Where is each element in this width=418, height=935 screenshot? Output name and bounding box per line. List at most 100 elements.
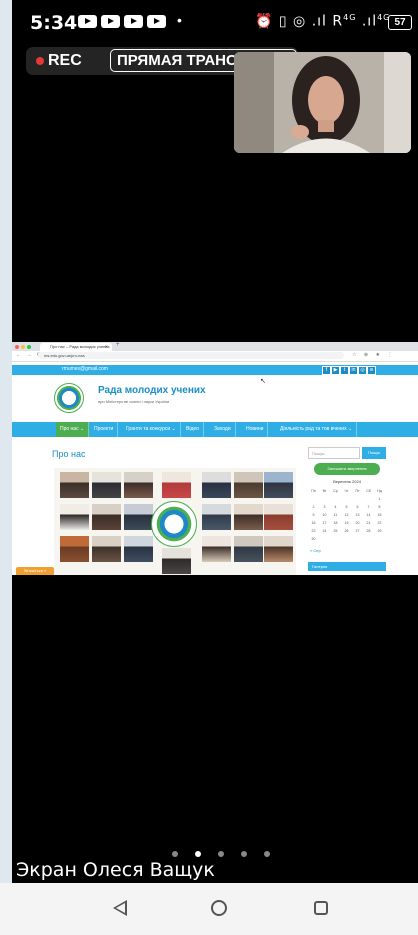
calendar-day[interactable]: 5: [341, 503, 352, 511]
close-tab-icon[interactable]: ✕: [105, 343, 108, 351]
menu-item-events[interactable]: Заходи: [210, 422, 236, 437]
calendar-day[interactable]: 9: [308, 511, 319, 519]
minimize-window-icon[interactable]: [21, 345, 25, 349]
youtube-icon[interactable]: ▶: [331, 366, 340, 375]
calendar-day: [330, 535, 341, 543]
page-dot-active[interactable]: [195, 851, 201, 857]
rss-icon[interactable]: ≋: [367, 366, 376, 375]
signal-icon: .ıl: [356, 13, 378, 30]
calendar-day[interactable]: 27: [352, 527, 363, 535]
menu-item-video[interactable]: Відео: [182, 422, 204, 437]
twitter-icon[interactable]: t: [340, 366, 349, 375]
site-logo[interactable]: [54, 383, 84, 413]
site-title[interactable]: Рада молодих учених: [98, 385, 206, 396]
calendar-day[interactable]: 2: [308, 503, 319, 511]
member-photo: [124, 472, 153, 498]
participant-video[interactable]: [234, 52, 411, 153]
calendar-day[interactable]: 4: [330, 503, 341, 511]
home-icon[interactable]: [211, 900, 227, 916]
calendar-day[interactable]: 13: [352, 511, 363, 519]
calendar-day-name: Пн: [311, 489, 316, 493]
calendar-day-name: Чт: [344, 489, 349, 493]
calendar-day[interactable]: 7: [363, 503, 374, 511]
calendar-day[interactable]: 14: [363, 511, 374, 519]
battery-icon: 57: [388, 15, 412, 30]
instagram-icon[interactable]: ◎: [358, 366, 367, 375]
page-dot[interactable]: [218, 851, 224, 857]
member-photo: [234, 536, 263, 562]
calendar-day[interactable]: 10: [319, 511, 330, 519]
facebook-icon[interactable]: f: [322, 366, 331, 375]
calendar-day[interactable]: 6: [352, 503, 363, 511]
calendar-day-name: Сб: [366, 489, 371, 493]
calendar-day[interactable]: 19: [341, 519, 352, 527]
contact-tab[interactable]: Зв’яжіться »: [16, 567, 54, 575]
linkedin-icon[interactable]: in: [349, 366, 358, 375]
calendar-day[interactable]: 1: [374, 495, 385, 503]
shared-screen[interactable]: Про нас – Рада молодих учених ✕ + ← → ⟳ …: [12, 342, 418, 575]
menu-item-grants[interactable]: Гранти та конкурси ⌄: [122, 422, 181, 437]
calendar-day[interactable]: 20: [352, 519, 363, 527]
mouse-cursor-icon: ↖: [260, 378, 266, 385]
calendar-day[interactable]: 3: [319, 503, 330, 511]
calendar-header: Пн Вт Ср Чт Пт Сб Нд: [308, 487, 386, 495]
member-photo: [124, 536, 153, 562]
contact-email[interactable]: rmumes@gmail.com: [62, 366, 108, 372]
calendar-day[interactable]: 29: [374, 527, 385, 535]
page-dot[interactable]: [241, 851, 247, 857]
calendar-day: [374, 535, 385, 543]
calendar-week: 23 24 25 26 27 28 29: [308, 527, 386, 535]
calendar-prev-link[interactable]: « Сер: [310, 548, 321, 553]
calendar-day[interactable]: 18: [330, 519, 341, 527]
recents-icon[interactable]: [314, 901, 328, 915]
member-photo: [162, 472, 191, 498]
appeal-button[interactable]: Залишити звернення: [314, 463, 380, 475]
browser-tab-strip: Про нас – Рада молодих учених ✕ +: [12, 342, 418, 351]
member-photo: [60, 472, 89, 498]
menu-item-projects[interactable]: Проекти: [90, 422, 119, 437]
system-indicators: ⏰ ▯ ◎ .ıl R4G .ıl4G: [255, 13, 390, 30]
calendar-day[interactable]: 11: [330, 511, 341, 519]
screen-share-label: Экран Олеся Ващук: [16, 859, 215, 881]
calendar-day[interactable]: 24: [319, 527, 330, 535]
calendar-day-name: Ср: [333, 489, 338, 493]
calendar-day[interactable]: 23: [308, 527, 319, 535]
calendar-day[interactable]: 16: [308, 519, 319, 527]
calendar-day-name: Вт: [322, 489, 327, 493]
calendar-day[interactable]: 25: [330, 527, 341, 535]
site-search-button[interactable]: Пошук: [362, 447, 386, 459]
calendar-day[interactable]: 30: [308, 535, 319, 543]
close-window-icon[interactable]: [15, 345, 19, 349]
calendar-day[interactable]: 15: [374, 511, 385, 519]
menu-item-activities[interactable]: Діяльність рад та тов вчених ⌄: [276, 422, 358, 437]
member-photo: [202, 472, 231, 498]
calendar-day[interactable]: 8: [374, 503, 385, 511]
calendar-day[interactable]: 28: [363, 527, 374, 535]
calendar-day[interactable]: 21: [363, 519, 374, 527]
participant-video-frame: [234, 52, 411, 153]
member-photo: [264, 504, 293, 530]
page-dot[interactable]: [264, 851, 270, 857]
back-icon[interactable]: [113, 900, 127, 916]
page-dot[interactable]: [172, 851, 178, 857]
network-4g-label: 4G: [343, 13, 357, 22]
calendar-day[interactable]: 12: [341, 511, 352, 519]
site-sidebar: Пошук... Пошук Залишити звернення Вересе…: [308, 447, 386, 575]
new-tab-icon[interactable]: +: [116, 342, 120, 348]
maximize-window-icon[interactable]: [27, 345, 31, 349]
calendar-day-name: Пт: [355, 489, 360, 493]
member-photo: [60, 536, 89, 562]
site-search-input[interactable]: Пошук...: [308, 447, 360, 459]
member-photo: [60, 504, 89, 530]
address-bar[interactable]: ms.edu.gov.ua/pro-nas: [38, 352, 344, 359]
member-photo: [92, 504, 121, 530]
calendar-day[interactable]: 17: [319, 519, 330, 527]
calendar-day[interactable]: 22: [374, 519, 385, 527]
menu-item-news[interactable]: Новини: [242, 422, 269, 437]
browser-tab[interactable]: Про нас – Рада молодих учених ✕: [40, 343, 112, 351]
clock: 5:34: [30, 12, 78, 34]
calendar-day[interactable]: 26: [341, 527, 352, 535]
calendar-day: [330, 495, 341, 503]
browser-extension-icons[interactable]: ☆ ⊕ ★ ⋮: [352, 352, 395, 358]
menu-item-about[interactable]: Про нас ⌄: [56, 422, 90, 437]
